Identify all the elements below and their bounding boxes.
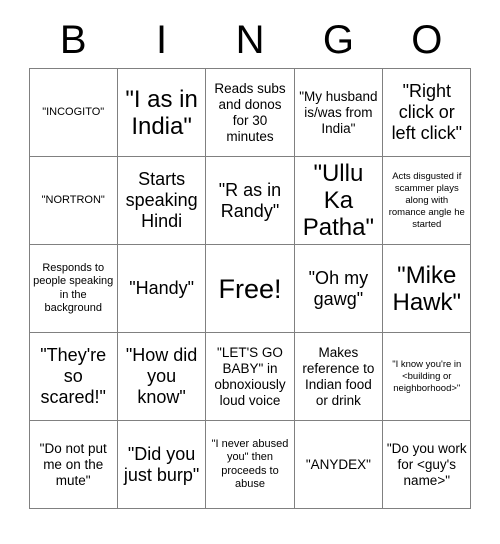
bingo-card: B I N G O "INCOGITO" "I as in India" Rea… xyxy=(0,0,500,544)
bingo-cell[interactable]: "LET'S GO BABY" in obnoxiously loud voic… xyxy=(205,332,295,421)
bingo-cell[interactable]: "They're so scared!" xyxy=(28,332,118,421)
header-letter-b: B xyxy=(59,18,87,62)
bingo-cell[interactable]: "Handy" xyxy=(116,244,207,333)
bingo-cell[interactable]: "Oh my gawg" xyxy=(293,244,384,333)
bingo-cell[interactable]: "R as in Randy" xyxy=(205,156,295,245)
bingo-cell[interactable]: "I as in India" xyxy=(116,68,207,157)
bingo-cell[interactable]: "I never abused you" then proceeds to ab… xyxy=(205,420,295,509)
bingo-cell[interactable]: "Right click or left click" xyxy=(382,68,472,157)
bingo-row: "They're so scared!" "How did you know" … xyxy=(28,332,472,421)
bingo-cell[interactable]: "ANYDEX" xyxy=(293,420,384,509)
bingo-cell[interactable]: Acts disgusted if scammer plays along wi… xyxy=(382,156,472,245)
header-letter-o: O xyxy=(411,18,443,62)
bingo-cell[interactable]: "Ullu Ka Patha" xyxy=(293,156,384,245)
bingo-row: "Do not put me on the mute" "Did you jus… xyxy=(28,420,472,509)
bingo-row: "NORTRON" Starts speaking Hindi "R as in… xyxy=(28,156,472,245)
bingo-row: "INCOGITO" "I as in India" Reads subs an… xyxy=(28,68,472,157)
header-letter-g: G xyxy=(322,18,354,62)
bingo-cell[interactable]: "INCOGITO" xyxy=(28,68,118,157)
bingo-header: B I N G O xyxy=(29,0,471,62)
bingo-cell[interactable]: Makes reference to Indian food or drink xyxy=(293,332,384,421)
bingo-grid: "INCOGITO" "I as in India" Reads subs an… xyxy=(28,68,472,509)
bingo-cell[interactable]: Reads subs and donos for 30 minutes xyxy=(205,68,295,157)
bingo-cell[interactable]: Starts speaking Hindi xyxy=(116,156,207,245)
header-letter-n: N xyxy=(235,18,265,62)
bingo-cell[interactable]: "NORTRON" xyxy=(28,156,118,245)
bingo-cell[interactable]: "Do not put me on the mute" xyxy=(28,420,118,509)
bingo-cell[interactable]: "Mike Hawk" xyxy=(382,244,472,333)
bingo-cell-free[interactable]: Free! xyxy=(205,244,295,333)
header-letter-i: I xyxy=(156,18,168,62)
bingo-cell[interactable]: "I know you're in <building or neighborh… xyxy=(382,332,472,421)
bingo-row: Responds to people speaking in the backg… xyxy=(28,244,472,333)
bingo-cell[interactable]: "How did you know" xyxy=(116,332,207,421)
bingo-cell[interactable]: "My husband is/was from India" xyxy=(293,68,384,157)
bingo-cell[interactable]: Responds to people speaking in the backg… xyxy=(28,244,118,333)
bingo-cell[interactable]: "Do you work for <guy's name>" xyxy=(382,420,472,509)
bingo-cell[interactable]: "Did you just burp" xyxy=(116,420,207,509)
